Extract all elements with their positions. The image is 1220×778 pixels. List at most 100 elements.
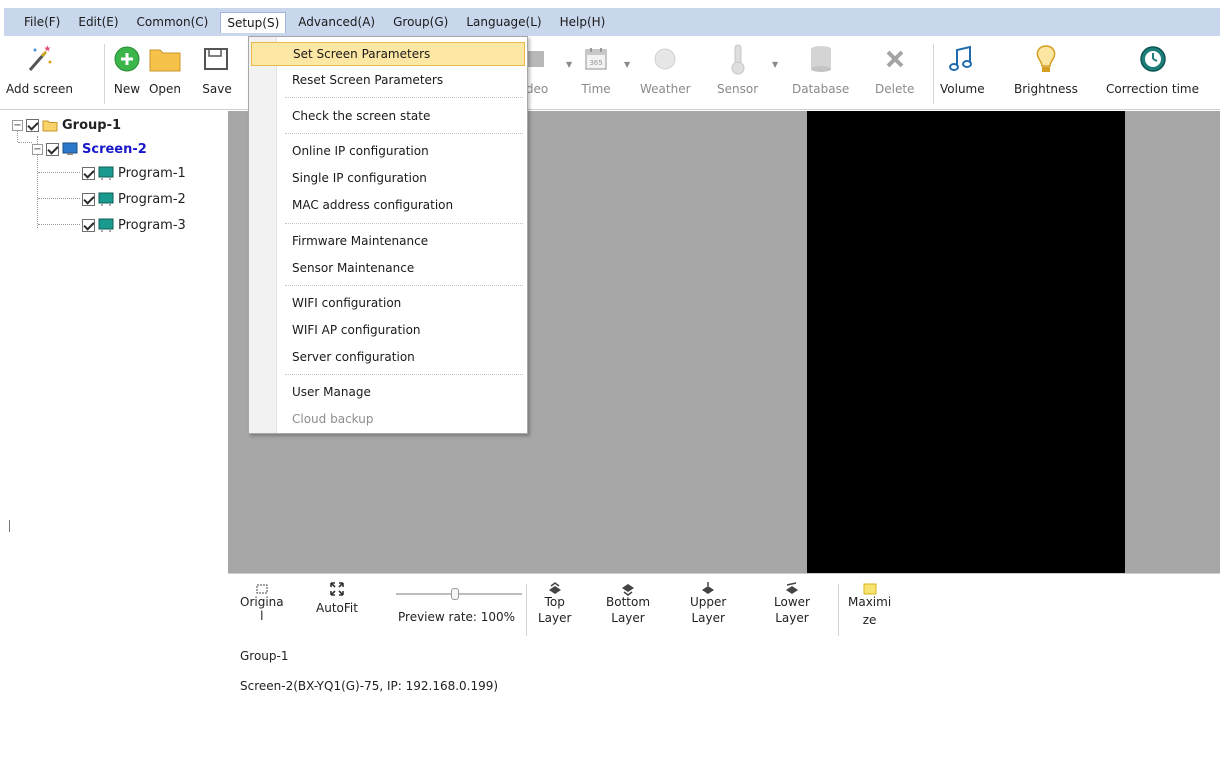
delete-x-icon bbox=[878, 42, 912, 76]
program-icon bbox=[98, 192, 114, 206]
tree-screen-row[interactable]: − Screen-2 bbox=[32, 139, 147, 159]
maximize-label-a: Maximi bbox=[848, 595, 892, 609]
thermometer-icon bbox=[721, 42, 755, 76]
brightness-button[interactable]: Brightness bbox=[1014, 36, 1078, 110]
menu-item-reset-screen-parameters[interactable]: Reset Screen Parameters bbox=[251, 68, 525, 92]
program-checkbox[interactable] bbox=[82, 218, 95, 232]
selected-group-info: Group-1 bbox=[240, 649, 289, 663]
tree-connector bbox=[18, 142, 32, 143]
maximize-label-b: ze bbox=[862, 613, 877, 627]
menu-common[interactable]: Common(C) bbox=[131, 12, 215, 32]
preview-rate-slider-knob[interactable] bbox=[451, 588, 459, 600]
volume-button[interactable]: Volume bbox=[940, 36, 985, 110]
menu-setup[interactable]: Setup(S) bbox=[220, 11, 287, 33]
bottom-layer-button[interactable]: Bottom Layer bbox=[606, 580, 650, 628]
menu-separator bbox=[285, 285, 523, 286]
menu-language[interactable]: Language(L) bbox=[460, 12, 547, 32]
time-dropdown-icon[interactable]: ▼ bbox=[624, 60, 630, 69]
menu-separator bbox=[285, 374, 523, 375]
menu-item-check-screen-state[interactable]: Check the screen state bbox=[251, 104, 525, 128]
menu-advanced[interactable]: Advanced(A) bbox=[292, 12, 381, 32]
menu-file[interactable]: File(F) bbox=[18, 12, 66, 32]
weather-label: Weather bbox=[640, 82, 691, 96]
plus-circle-icon bbox=[110, 42, 144, 76]
tree-program-row[interactable]: Program-2 bbox=[82, 189, 186, 209]
top-layer-button[interactable]: Top Layer bbox=[538, 580, 571, 628]
led-screen-preview[interactable] bbox=[807, 111, 1125, 573]
program-checkbox[interactable] bbox=[82, 192, 95, 206]
new-label: New bbox=[113, 82, 141, 96]
database-label: Database bbox=[792, 82, 850, 96]
new-button[interactable]: New bbox=[110, 36, 144, 110]
sensor-dropdown-icon[interactable]: ▼ bbox=[772, 60, 778, 69]
splitter-grip[interactable] bbox=[9, 520, 10, 532]
original-size-button[interactable]: Origina l bbox=[240, 580, 284, 626]
maximize-button[interactable]: Maximi ze bbox=[848, 580, 891, 630]
bottom-panel: Origina l AutoFit Preview rate: 100% Top… bbox=[228, 573, 1220, 778]
video-label: deo bbox=[525, 82, 549, 96]
menu-item-mac-address-configuration[interactable]: MAC address configuration bbox=[251, 193, 525, 217]
sensor-label: Sensor bbox=[717, 82, 759, 96]
autofit-label: AutoFit bbox=[316, 601, 358, 615]
menu-item-server-configuration[interactable]: Server configuration bbox=[251, 345, 525, 369]
add-screen-label: Add screen bbox=[6, 82, 73, 96]
save-icon bbox=[200, 42, 234, 76]
menu-item-sensor-maintenance[interactable]: Sensor Maintenance bbox=[251, 256, 525, 280]
menu-bar: File(F) Edit(E) Common(C) Setup(S) Advan… bbox=[0, 0, 1220, 36]
original-label-b: l bbox=[260, 609, 264, 623]
menu-item-single-ip-configuration[interactable]: Single IP configuration bbox=[251, 166, 525, 190]
tree-group-row[interactable]: − Group-1 bbox=[12, 115, 121, 135]
program-checkbox[interactable] bbox=[82, 166, 95, 180]
group-checkbox[interactable] bbox=[26, 118, 39, 132]
sun-icon bbox=[648, 42, 682, 76]
correction-time-button[interactable]: Correction time bbox=[1106, 36, 1199, 110]
sensor-button[interactable]: Sensor bbox=[717, 36, 758, 110]
tree-screen-label: Screen-2 bbox=[82, 141, 147, 157]
weather-button[interactable]: Weather bbox=[640, 36, 691, 110]
preview-rate-label: Preview rate: 100% bbox=[398, 610, 516, 624]
music-note-icon bbox=[945, 42, 979, 76]
menu-edit[interactable]: Edit(E) bbox=[72, 12, 124, 32]
menu-item-wifi-ap-configuration[interactable]: WIFI AP configuration bbox=[251, 318, 525, 342]
lower-layer-button[interactable]: Lower Layer bbox=[774, 580, 810, 628]
delete-label: Delete bbox=[875, 82, 915, 96]
menu-item-set-screen-parameters[interactable]: Set Screen Parameters bbox=[251, 42, 525, 66]
collapse-icon[interactable]: − bbox=[32, 143, 43, 155]
preview-rate-slider[interactable] bbox=[396, 593, 522, 595]
tree-program-row[interactable]: Program-3 bbox=[82, 215, 186, 235]
calendar-icon: 365 bbox=[579, 42, 613, 76]
correction-time-label: Correction time bbox=[1106, 82, 1200, 96]
open-button[interactable]: Open bbox=[148, 36, 182, 110]
menu-group[interactable]: Group(G) bbox=[387, 12, 454, 32]
magic-wand-icon bbox=[22, 42, 56, 76]
save-button[interactable]: Save bbox=[200, 36, 234, 110]
menu-bar-strip: File(F) Edit(E) Common(C) Setup(S) Advan… bbox=[4, 8, 1220, 36]
autofit-button[interactable]: AutoFit bbox=[316, 580, 358, 618]
toolbar: Add screen New Open Save deo ▼ 365 Time … bbox=[0, 36, 1220, 110]
time-button[interactable]: 365 Time bbox=[579, 36, 613, 110]
screen-tree: − Group-1 − Screen-2 Program-1 Program-2… bbox=[0, 110, 228, 778]
save-label: Save bbox=[202, 82, 232, 96]
lower-layer-label-b: Layer bbox=[775, 611, 809, 625]
upper-layer-label-b: Layer bbox=[691, 611, 725, 625]
upper-layer-button[interactable]: Upper Layer bbox=[690, 580, 726, 628]
tree-program-label: Program-1 bbox=[118, 165, 186, 181]
add-screen-button[interactable]: Add screen bbox=[6, 36, 73, 110]
collapse-icon[interactable]: − bbox=[12, 119, 23, 131]
video-dropdown-icon[interactable]: ▼ bbox=[566, 60, 572, 69]
menu-item-wifi-configuration[interactable]: WIFI configuration bbox=[251, 291, 525, 315]
database-icon bbox=[804, 42, 838, 76]
screen-checkbox[interactable] bbox=[46, 142, 59, 156]
menu-separator bbox=[285, 97, 523, 98]
menu-item-firmware-maintenance[interactable]: Firmware Maintenance bbox=[251, 229, 525, 253]
tree-program-row[interactable]: Program-1 bbox=[82, 163, 186, 183]
monitor-icon bbox=[62, 142, 78, 156]
menu-item-cloud-backup: Cloud backup bbox=[292, 412, 374, 426]
svg-text:365: 365 bbox=[589, 59, 602, 67]
menu-help[interactable]: Help(H) bbox=[554, 12, 612, 32]
delete-button[interactable]: Delete bbox=[875, 36, 914, 110]
menu-item-online-ip-configuration[interactable]: Online IP configuration bbox=[251, 139, 525, 163]
menu-item-user-manage[interactable]: User Manage bbox=[251, 380, 525, 404]
volume-label: Volume bbox=[940, 82, 985, 96]
database-button[interactable]: Database bbox=[792, 36, 849, 110]
